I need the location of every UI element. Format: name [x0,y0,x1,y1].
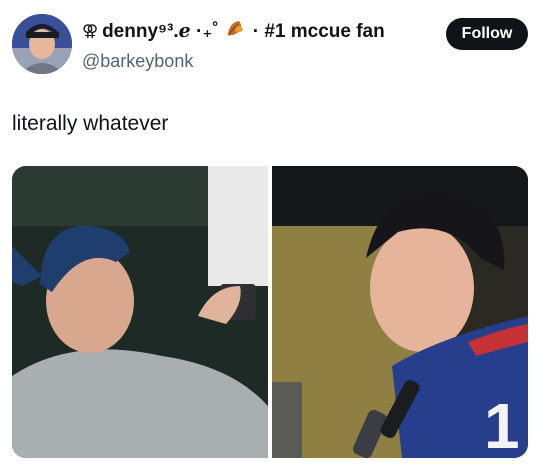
display-name-prefix: ⚢ [82,22,99,40]
display-name-suffix: · #1 mccue fan [252,20,385,42]
tweet-media: 1 [12,166,528,458]
autumn-leaf-icon [225,18,247,45]
media-photo-right[interactable]: 1 [272,166,528,458]
media-photo-left[interactable] [12,166,268,458]
player-in-cap-photo [12,166,268,458]
player-in-jersey-photo: 1 [272,166,528,458]
avatar-image [12,14,72,74]
user-handle[interactable]: @barkeybonk [82,49,422,73]
tweet-header: ⚢ denny⁹³.ℯ ·₊˚ · #1 mccue fan @barkeybo… [12,14,528,78]
user-names: ⚢ denny⁹³.ℯ ·₊˚ · #1 mccue fan @barkeybo… [82,18,422,73]
svg-text:1: 1 [484,390,520,458]
display-name-text: denny⁹³.ℯ ·₊˚ [102,20,219,42]
follow-button[interactable]: Follow [446,18,528,50]
tweet-text: literally whatever [12,112,169,135]
avatar[interactable] [12,14,72,74]
display-name[interactable]: ⚢ denny⁹³.ℯ ·₊˚ · #1 mccue fan [82,18,422,45]
